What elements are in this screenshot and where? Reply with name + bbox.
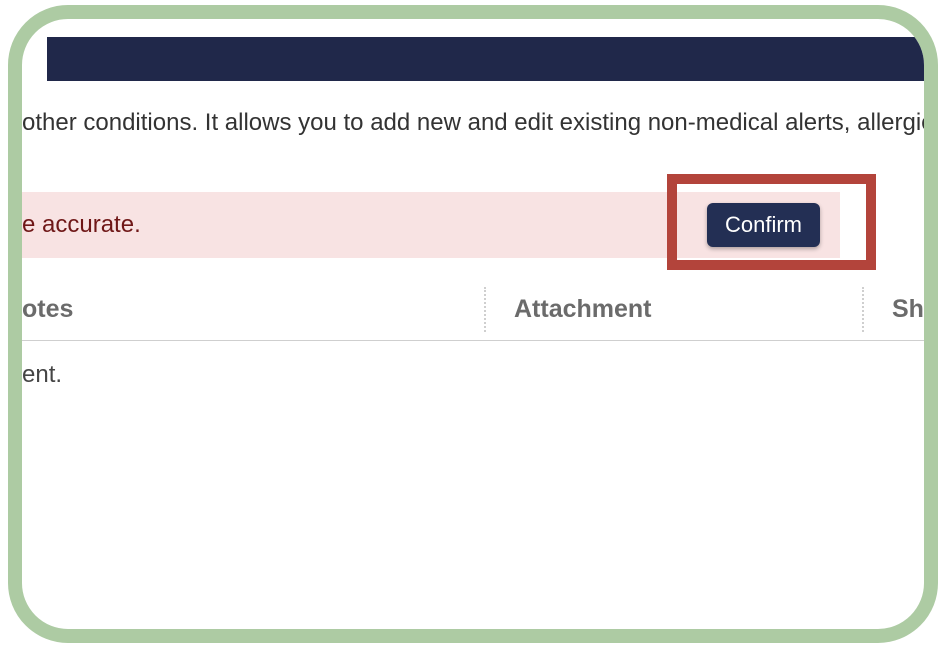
column-header-shared: Sha — [892, 295, 924, 324]
alert-banner: e accurate. Confirm — [22, 192, 840, 258]
header-bar — [47, 37, 924, 81]
table-header: otes Attachment Sha — [22, 279, 924, 341]
table-row-text: ent. — [22, 361, 62, 389]
frame-border: other conditions. It allows you to add n… — [8, 5, 938, 643]
intro-text: other conditions. It allows you to add n… — [22, 109, 924, 137]
alert-text: e accurate. — [22, 211, 141, 239]
confirm-button[interactable]: Confirm — [707, 203, 820, 247]
column-header-attachment: Attachment — [514, 295, 652, 324]
frame-inner: other conditions. It allows you to add n… — [22, 19, 924, 629]
column-divider — [862, 287, 864, 332]
column-header-notes: otes — [22, 295, 73, 324]
column-divider — [484, 287, 486, 332]
